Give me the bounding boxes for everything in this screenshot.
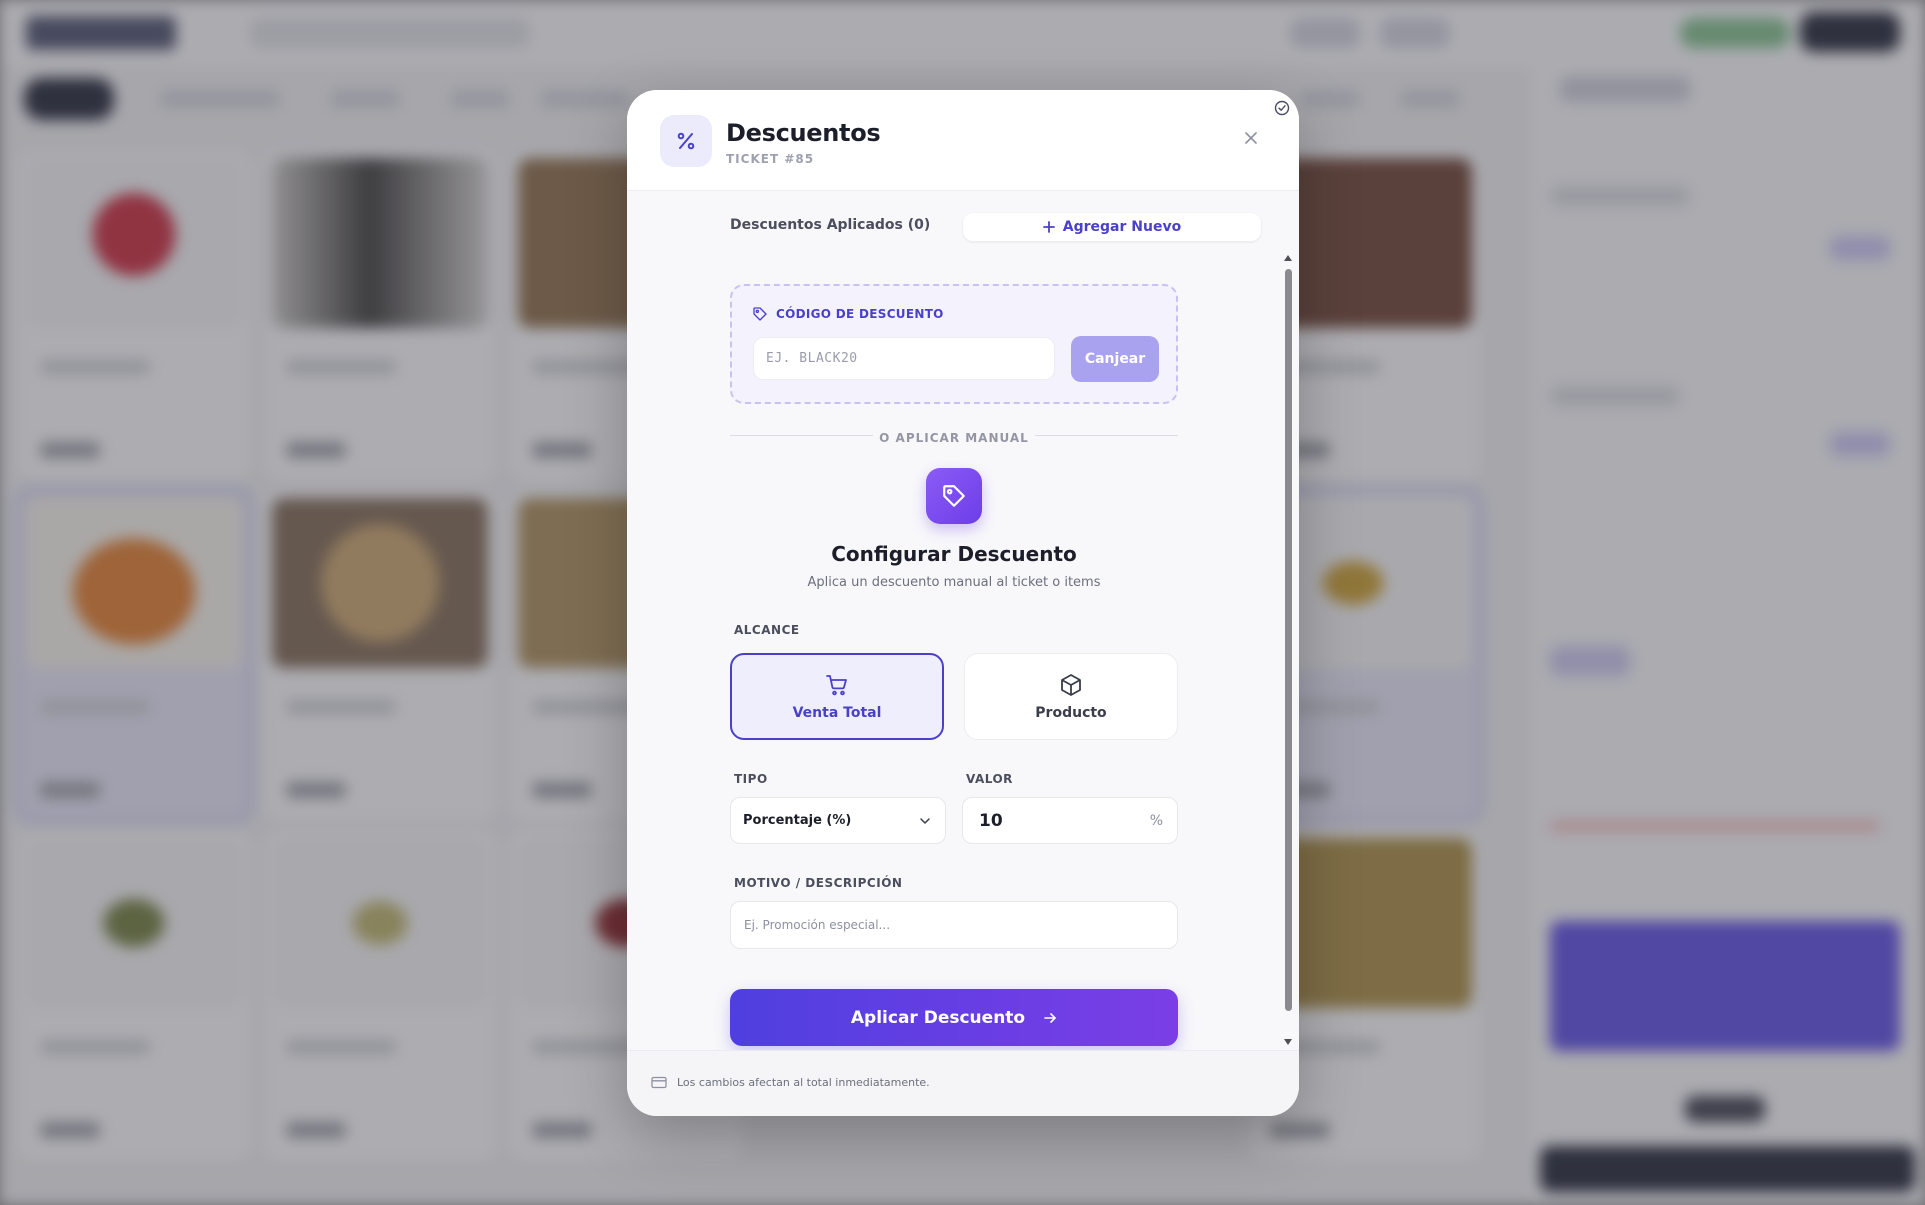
manual-divider-text: O APLICAR MANUAL (873, 431, 1035, 445)
scope-label: ALCANCE (734, 623, 800, 637)
scroll-down-arrow[interactable] (1284, 1039, 1292, 1045)
percent-icon (660, 115, 712, 167)
plus-icon (1042, 221, 1055, 233)
discount-code-label: CÓDIGO DE DESCUENTO (752, 306, 944, 322)
discount-type-value: Porcentaje (%) (743, 813, 852, 828)
tag-icon-tile (926, 468, 982, 524)
discount-value-unit: % (1149, 812, 1163, 829)
check-circle-icon (1274, 100, 1290, 116)
discount-value-field[interactable]: 10 % (962, 797, 1178, 844)
tag-icon (943, 485, 965, 507)
value-label: VALOR (966, 772, 1013, 786)
scope-option-label: Producto (1035, 704, 1107, 721)
add-new-button[interactable]: Agregar Nuevo (963, 213, 1261, 241)
footer-note: Los cambios afectan al total inmediatame… (677, 1076, 930, 1089)
scope-option-product[interactable]: Producto (964, 653, 1178, 740)
redeem-button[interactable]: Canjear (1071, 336, 1159, 382)
apply-discount-label: Aplicar Descuento (850, 1007, 1026, 1028)
discounts-modal: Descuentos TICKET #85 Descuentos Aplicad… (627, 90, 1299, 1116)
cart-icon (826, 674, 847, 695)
card-icon (651, 1076, 667, 1089)
discount-type-select[interactable]: Porcentaje (%) (730, 797, 946, 844)
modal-title: Descuentos (726, 119, 881, 147)
type-label: TIPO (734, 772, 768, 786)
close-icon (1245, 132, 1257, 144)
reason-input[interactable] (730, 901, 1178, 949)
scrollbar-thumb[interactable] (1285, 269, 1292, 1011)
tag-icon (753, 307, 767, 321)
manual-divider: O APLICAR MANUAL (627, 427, 1281, 446)
discounts-tabbar (627, 191, 1299, 291)
modal-header: Descuentos TICKET #85 (627, 90, 1299, 191)
arrow-right-icon (1044, 1012, 1056, 1023)
scope-option-label: Venta Total (792, 704, 882, 721)
modal-scrollbar[interactable] (1282, 255, 1294, 1045)
applied-discounts-tab[interactable]: Descuentos Aplicados (0) (730, 217, 930, 233)
add-new-label: Agregar Nuevo (1062, 219, 1182, 235)
chevron-down-icon (920, 817, 930, 824)
scope-option-total-sale[interactable]: Venta Total (730, 653, 944, 740)
reason-label: MOTIVO / DESCRIPCIÓN (734, 876, 903, 890)
close-button[interactable] (1239, 126, 1263, 150)
box-icon (1061, 673, 1081, 696)
scroll-up-arrow[interactable] (1284, 255, 1292, 261)
ticket-number: TICKET #85 (726, 152, 815, 166)
discount-code-section: CÓDIGO DE DESCUENTO Canjear (730, 284, 1178, 404)
configure-description: Aplica un descuento manual al ticket o i… (807, 575, 1101, 590)
discount-code-input[interactable] (753, 337, 1055, 380)
discount-code-label-text: CÓDIGO DE DESCUENTO (776, 307, 944, 321)
discount-value: 10 (979, 810, 1003, 831)
apply-discount-button[interactable]: Aplicar Descuento (730, 989, 1178, 1046)
footer-note-row: Los cambios afectan al total inmediatame… (651, 1076, 930, 1089)
configure-title: Configurar Descuento (831, 542, 1077, 566)
